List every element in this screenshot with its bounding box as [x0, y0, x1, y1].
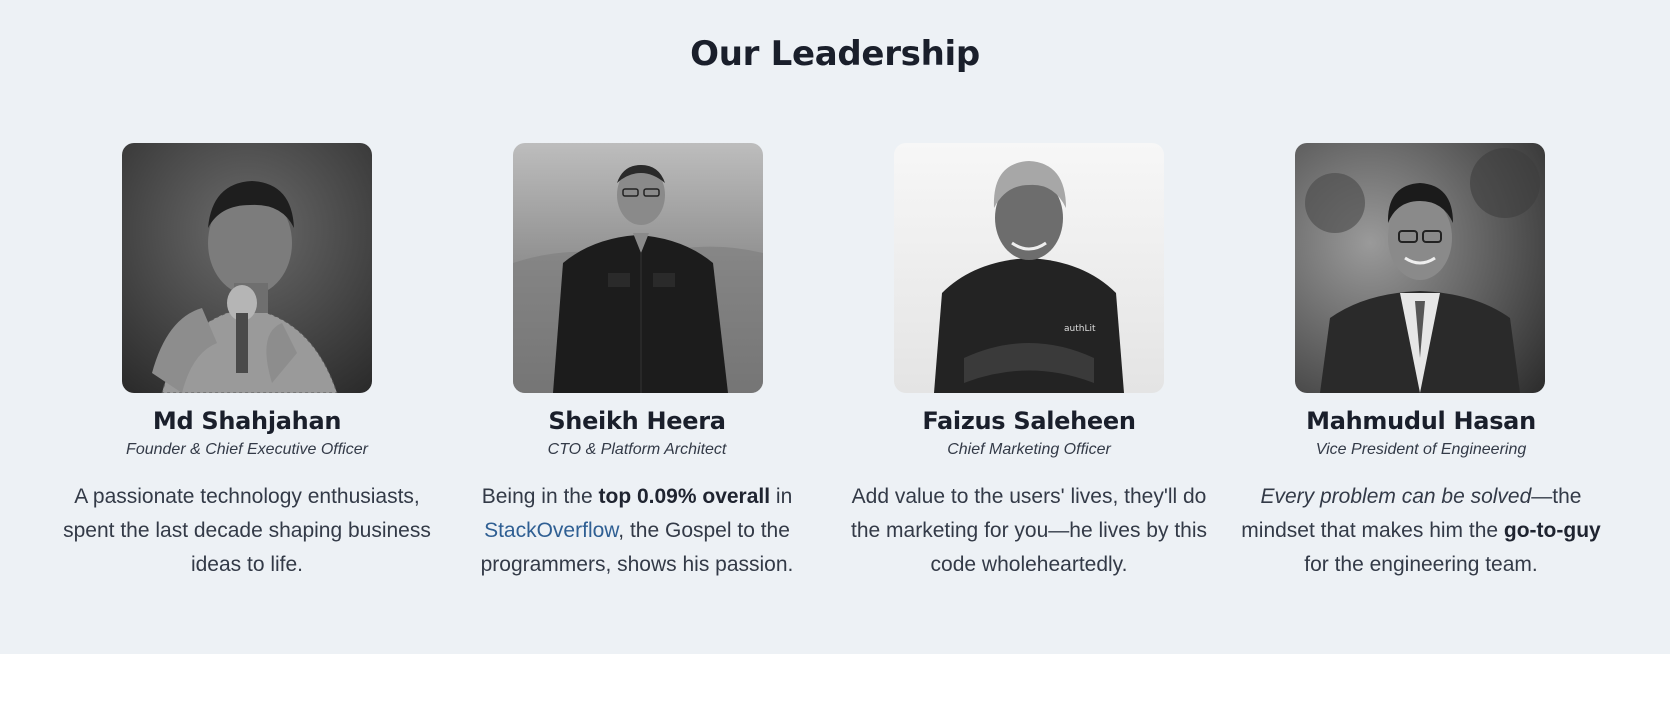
leader-name: Md Shahjahan	[152, 407, 342, 435]
leader-card-sheikh-heera: Sheikh Heera CTO & Platform Architect Be…	[447, 0, 827, 654]
bio-text: Being in the	[481, 485, 599, 508]
leader-name: Faizus Saleheen	[922, 407, 1136, 435]
leader-role: CTO & Platform Architect	[547, 441, 727, 458]
leader-bio: A passionate technology enthusiasts, spe…	[57, 480, 437, 582]
portrait-photo: authLit	[894, 143, 1164, 393]
bio-text: in	[770, 485, 793, 508]
shirt-logo: authLit	[1064, 324, 1096, 334]
leader-card-md-shahjahan: Md Shahjahan Founder & Chief Executive O…	[57, 0, 437, 654]
stackoverflow-link[interactable]: StackOverflow	[484, 519, 618, 542]
leader-bio: Being in the top 0.09% overall in StackO…	[447, 480, 827, 582]
portrait-photo	[122, 143, 372, 393]
bio-emphasis: Every problem can be solved	[1260, 485, 1532, 508]
leader-card-mahmudul-hasan: Mahmudul Hasan Vice President of Enginee…	[1231, 0, 1611, 654]
bio-text: for the engineering team.	[1304, 553, 1538, 576]
leader-card-faizus-saleheen: authLit Faizus Saleheen Chief Marketing …	[839, 0, 1219, 654]
leader-bio: Every problem can be solved—the mindset …	[1231, 480, 1611, 582]
leader-role: Founder & Chief Executive Officer	[126, 441, 368, 458]
bio-text: Add value to the users' lives, they'll d…	[851, 485, 1207, 576]
bio-highlight: go-to-guy	[1503, 519, 1601, 542]
bio-text: A passionate technology enthusiasts, spe…	[63, 485, 431, 576]
leader-name: Sheikh Heera	[548, 407, 726, 435]
leader-role: Chief Marketing Officer	[947, 441, 1111, 458]
portrait-photo	[513, 143, 763, 393]
bio-highlight: top 0.09% overall	[598, 485, 771, 508]
leadership-section: Our Leadership Md Shahjahan Founder & Ch…	[0, 0, 1670, 654]
leader-role: Vice President of Engineering	[1315, 441, 1527, 458]
leader-bio: Add value to the users' lives, they'll d…	[839, 480, 1219, 582]
leader-name: Mahmudul Hasan	[1306, 407, 1536, 435]
portrait-photo	[1295, 143, 1545, 393]
